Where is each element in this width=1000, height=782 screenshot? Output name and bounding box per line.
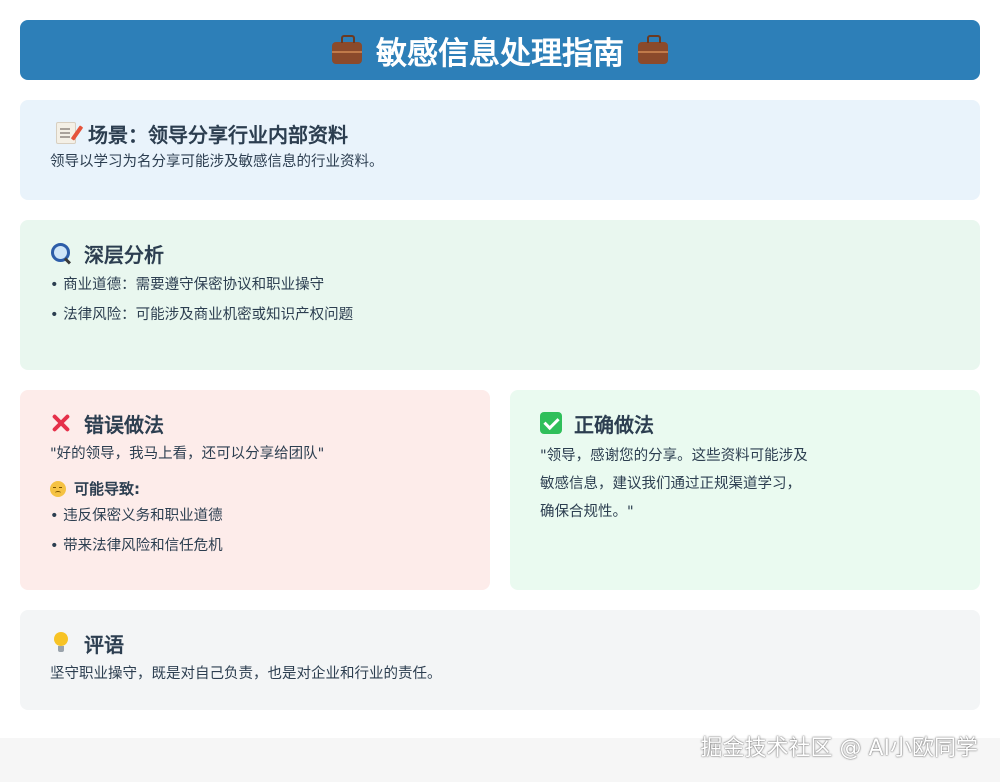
- scenario-card: 场景：领导分享行业内部资料 领导以学习为名分享可能涉及敏感信息的行业资料。: [20, 100, 980, 200]
- watermark: 掘金技术社区 @ AI小欧同学: [700, 736, 978, 761]
- page-header: 敏感信息处理指南: [20, 20, 980, 80]
- comment-card: 评语 坚守职业操守，既是对自己负责，也是对企业和行业的责任。: [20, 610, 980, 710]
- wrong-approach-card: 错误做法 "好的领导，我马上看，还可以分享给团队" 可能导致: • 违反保密义务…: [20, 390, 490, 590]
- page-title: 敏感信息处理指南: [376, 35, 624, 72]
- analysis-item: • 法律风险：可能涉及商业机密或知识产权问题: [50, 307, 354, 323]
- analysis-heading: 深层分析: [50, 240, 950, 267]
- scenario-title: 场景：领导分享行业内部资料: [88, 122, 348, 147]
- wrong-title: 错误做法: [84, 412, 164, 437]
- magnifier-icon: [50, 242, 72, 264]
- lightbulb-icon: [50, 632, 72, 654]
- right-heading: 正确做法: [540, 410, 950, 437]
- consequence-item: • 违反保密义务和职业道德: [50, 508, 223, 524]
- comment-title: 评语: [84, 632, 124, 657]
- comment-text: 坚守职业操守，既是对自己负责，也是对企业和行业的责任。: [50, 666, 442, 682]
- wrong-quote: "好的领导，我马上看，还可以分享给团队": [50, 446, 325, 462]
- analysis-title: 深层分析: [84, 242, 164, 267]
- consequence-heading: 可能导致:: [50, 478, 460, 499]
- right-quote-line: 确保合规性。": [540, 504, 634, 520]
- comment-heading: 评语: [50, 630, 950, 657]
- cross-icon: [50, 412, 72, 434]
- right-title: 正确做法: [574, 412, 654, 437]
- scenario-heading: 场景：领导分享行业内部资料: [56, 120, 950, 147]
- right-approach-card: 正确做法 "领导，感谢您的分享。这些资料可能涉及 敏感信息，建议我们通过正规渠道…: [510, 390, 980, 590]
- right-quote-line: 敏感信息，建议我们通过正规渠道学习，: [540, 476, 801, 492]
- right-quote: "领导，感谢您的分享。这些资料可能涉及 敏感信息，建议我们通过正规渠道学习， 确…: [540, 442, 950, 526]
- wrong-heading: 错误做法: [50, 410, 460, 437]
- right-quote-line: "领导，感谢您的分享。这些资料可能涉及: [540, 448, 808, 464]
- memo-icon: [56, 122, 76, 144]
- briefcase-icon: [638, 35, 668, 64]
- check-icon: [540, 412, 562, 434]
- scenario-text: 领导以学习为名分享可能涉及敏感信息的行业资料。: [50, 154, 384, 170]
- analysis-card: 深层分析 • 商业道德：需要遵守保密协议和职业操守 • 法律风险：可能涉及商业机…: [20, 220, 980, 370]
- analysis-item: • 商业道德：需要遵守保密协议和职业操守: [50, 277, 325, 293]
- briefcase-icon: [332, 35, 362, 64]
- consequence-title: 可能导致:: [74, 480, 140, 498]
- consequence-item: • 带来法律风险和信任危机: [50, 538, 223, 554]
- pensive-face-icon: [50, 480, 66, 497]
